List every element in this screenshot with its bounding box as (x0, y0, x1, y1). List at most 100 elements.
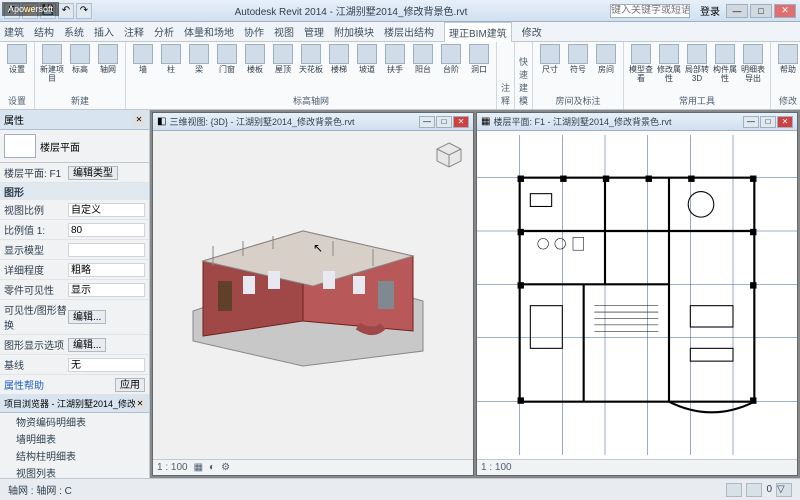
tool-icon (659, 44, 679, 64)
close-button[interactable]: ✕ (774, 4, 796, 18)
tab-建筑[interactable]: 建筑 (4, 24, 24, 39)
tool-台阶[interactable]: 台阶 (438, 44, 464, 74)
view-3d-canvas[interactable]: ↖ (153, 131, 473, 459)
browser-item[interactable]: 墙明细表 (0, 430, 149, 447)
tool-icon (778, 44, 798, 64)
tool-帮助[interactable]: 帮助 (775, 44, 800, 74)
tool-新建项目[interactable]: 新建项目 (39, 44, 65, 83)
edit-type-button[interactable]: 编辑类型 (68, 166, 118, 180)
tool-局部转3D[interactable]: 局部转3D (684, 44, 710, 83)
tab-视图[interactable]: 视图 (274, 24, 294, 39)
undo-icon[interactable]: ↶ (58, 3, 74, 19)
property-value[interactable]: 80 (68, 223, 145, 237)
view-plan-min-button[interactable]: — (743, 116, 759, 128)
redo-icon[interactable]: ↷ (76, 3, 92, 19)
tool-label: 局部转3D (684, 65, 710, 83)
status-icon[interactable] (746, 483, 762, 497)
maximize-button[interactable]: □ (750, 4, 772, 18)
property-value[interactable] (68, 243, 145, 257)
tool-尺寸[interactable]: 尺寸 (537, 44, 563, 74)
view-3d-tool-icon[interactable]: ▦ (194, 462, 203, 473)
property-row: 图形显示选项编辑... (0, 335, 149, 355)
tab-结构[interactable]: 结构 (34, 24, 54, 39)
tool-门窗[interactable]: 门窗 (214, 44, 240, 74)
minimize-button[interactable]: — (726, 4, 748, 18)
view-3d-scale[interactable]: 1 : 100 (157, 462, 188, 473)
browser-item[interactable]: 物资编码明细表 (0, 413, 149, 430)
tool-梁[interactable]: 梁 (186, 44, 212, 74)
tab-体量和场地[interactable]: 体量和场地 (184, 24, 234, 39)
tool-房间[interactable]: 房间 (593, 44, 619, 74)
tab-修改[interactable]: 修改 (522, 24, 542, 39)
tool-天花板[interactable]: 天花板 (298, 44, 324, 74)
project-browser[interactable]: 物资编码明细表墙明细表结构柱明细表视图列表部件明细表门明细表面积明细表 (新增)… (0, 413, 149, 478)
ribbon-group: 模型查看修改属性局部转3D构件属性明细表导出常用工具 (624, 42, 771, 109)
tab-理正BIM建筑[interactable]: 理正BIM建筑 (444, 22, 512, 42)
view-plan-scale[interactable]: 1 : 100 (481, 462, 512, 473)
view-plan-max-button[interactable]: □ (760, 116, 776, 128)
view-plan-canvas[interactable] (477, 131, 797, 459)
viewcube-icon[interactable] (435, 141, 463, 169)
tool-明细表导出[interactable]: 明细表导出 (740, 44, 766, 83)
properties-close-icon[interactable]: ✕ (133, 114, 145, 126)
view-3d-min-button[interactable]: — (419, 116, 435, 128)
status-zoom[interactable]: 0 (766, 484, 772, 495)
tool-楼板[interactable]: 楼板 (242, 44, 268, 74)
status-icon[interactable] (726, 483, 742, 497)
browser-item[interactable]: 结构柱明细表 (0, 447, 149, 464)
filter-icon[interactable]: ▽ (776, 483, 792, 497)
apply-button[interactable]: 应用 (115, 378, 145, 392)
tool-墙[interactable]: 墙 (130, 44, 156, 74)
tab-附加模块[interactable]: 附加模块 (334, 24, 374, 39)
view-3d-tool-icon[interactable]: ◐ (209, 462, 215, 473)
tool-构件属性[interactable]: 构件属性 (712, 44, 738, 83)
type-selector[interactable]: 楼层平面 (40, 139, 80, 154)
search-input[interactable] (610, 4, 690, 18)
tool-label: 屋顶 (275, 65, 291, 74)
tool-扶手[interactable]: 扶手 (382, 44, 408, 74)
tab-系统[interactable]: 系统 (64, 24, 84, 39)
properties-help-link[interactable]: 属性帮助 (4, 377, 68, 392)
tab-协作[interactable]: 协作 (244, 24, 264, 39)
tool-楼梯[interactable]: 楼梯 (326, 44, 352, 74)
property-value[interactable]: 编辑... (68, 338, 106, 352)
view-3d-close-button[interactable]: ✕ (453, 116, 469, 128)
tool-模型查看[interactable]: 模型查看 (628, 44, 654, 83)
tool-设置[interactable]: 设置 (4, 44, 30, 74)
properties-title: 属性 (4, 112, 24, 127)
property-value[interactable]: 无 (68, 358, 145, 372)
tool-轴网[interactable]: 轴网 (95, 44, 121, 74)
group-label: 快速建模 (519, 55, 528, 107)
tool-icon (273, 44, 293, 64)
tool-屋顶[interactable]: 屋顶 (270, 44, 296, 74)
group-label: 常用工具 (628, 94, 766, 107)
property-value[interactable]: 编辑... (68, 310, 106, 324)
tool-label: 阳台 (415, 65, 431, 74)
ribbon-group: 注释 (497, 42, 515, 109)
ribbon-group: 帮助修改 (771, 42, 800, 109)
property-value[interactable]: 自定义 (68, 203, 145, 217)
tab-注释[interactable]: 注释 (124, 24, 144, 39)
tool-洞口[interactable]: 洞口 (466, 44, 492, 74)
tab-楼层出结构[interactable]: 楼层出结构 (384, 24, 434, 39)
tool-柱[interactable]: 柱 (158, 44, 184, 74)
property-value[interactable]: 粗略 (68, 263, 145, 277)
tab-分析[interactable]: 分析 (154, 24, 174, 39)
browser-close-icon[interactable]: ✕ (135, 398, 145, 410)
tool-标高[interactable]: 标高 (67, 44, 93, 74)
type-thumbnail (4, 134, 36, 158)
tool-阳台[interactable]: 阳台 (410, 44, 436, 74)
browser-item[interactable]: 视图列表 (0, 464, 149, 478)
user-label[interactable]: 登录 (700, 3, 720, 18)
tool-修改属性[interactable]: 修改属性 (656, 44, 682, 83)
view-plan-close-button[interactable]: ✕ (777, 116, 793, 128)
tool-label: 天花板 (299, 65, 323, 74)
tab-管理[interactable]: 管理 (304, 24, 324, 39)
tool-label: 设置 (9, 65, 25, 74)
view-3d-tool-icon[interactable]: ⚙ (221, 462, 230, 473)
tool-坡道[interactable]: 坡道 (354, 44, 380, 74)
tab-插入[interactable]: 插入 (94, 24, 114, 39)
property-value[interactable]: 显示 (68, 283, 145, 297)
tool-符号[interactable]: 符号 (565, 44, 591, 74)
view-3d-max-button[interactable]: □ (436, 116, 452, 128)
